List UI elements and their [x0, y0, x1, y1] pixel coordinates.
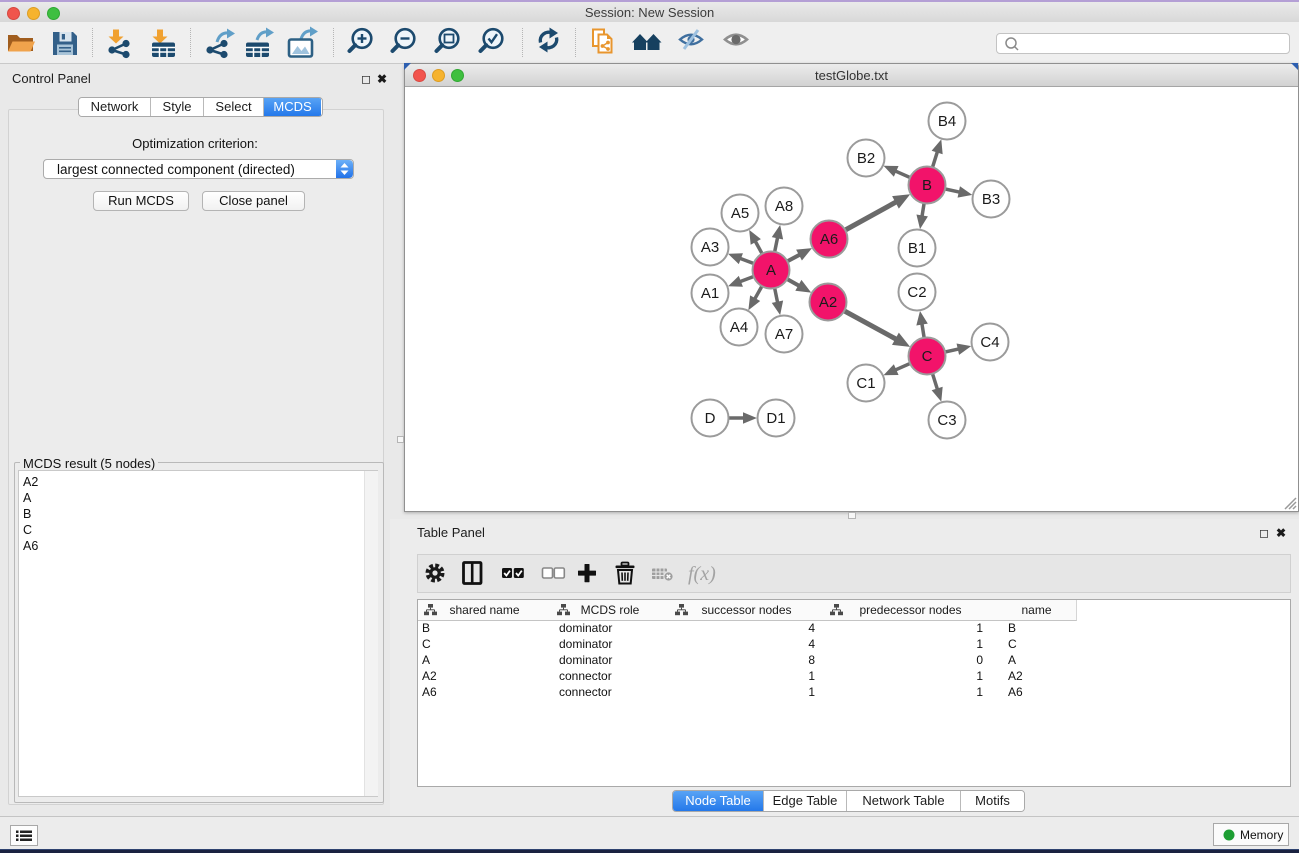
svg-text:C1: C1 — [856, 375, 875, 392]
svg-text:B2: B2 — [857, 150, 875, 167]
svg-text:A8: A8 — [775, 198, 793, 215]
svg-text:B1: B1 — [908, 240, 926, 257]
svg-text:f(x): f(x) — [688, 563, 716, 585]
svg-text:D: D — [705, 410, 716, 427]
svg-text:A7: A7 — [775, 326, 793, 343]
svg-text:A2: A2 — [819, 294, 837, 311]
svg-text:C: C — [922, 348, 933, 365]
svg-text:A5: A5 — [731, 205, 749, 222]
svg-text:A3: A3 — [701, 239, 719, 256]
svg-text:B4: B4 — [938, 113, 956, 130]
svg-text:A1: A1 — [701, 285, 719, 302]
svg-text:D1: D1 — [766, 410, 785, 427]
svg-text:A4: A4 — [730, 319, 748, 336]
svg-text:C3: C3 — [937, 412, 956, 429]
svg-text:A: A — [766, 262, 776, 279]
svg-text:B: B — [922, 177, 932, 194]
svg-text:A6: A6 — [820, 231, 838, 248]
svg-text:B3: B3 — [982, 191, 1000, 208]
svg-text:C2: C2 — [907, 284, 926, 301]
svg-text:C4: C4 — [980, 334, 999, 351]
